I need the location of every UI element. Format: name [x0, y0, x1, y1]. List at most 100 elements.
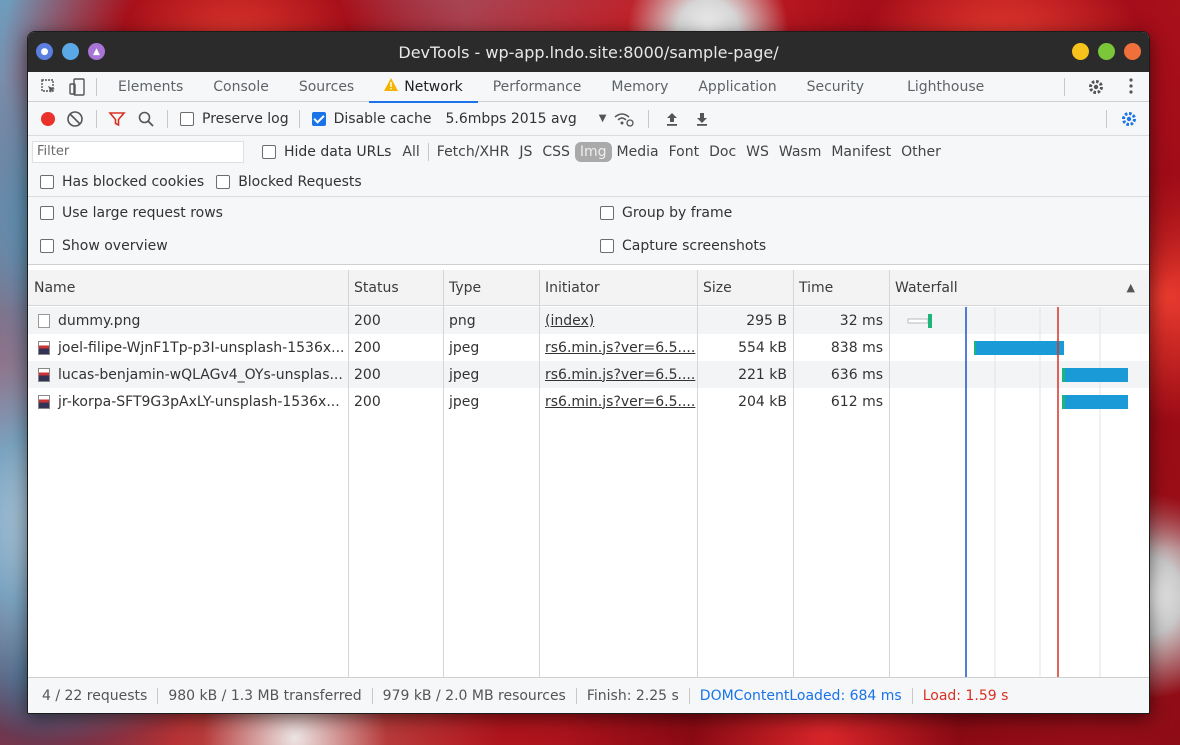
minimize-button[interactable] — [1072, 43, 1089, 60]
divider — [1106, 109, 1107, 128]
disable-cache-label: Disable cache — [333, 110, 432, 127]
filter-type-css[interactable]: CSS — [537, 142, 575, 162]
waterfall-bar-start — [1062, 395, 1065, 409]
filter-type-all[interactable]: All — [397, 142, 424, 162]
waterfall-bar-start — [974, 341, 976, 355]
device-toolbar-icon[interactable] — [64, 72, 90, 102]
filter-bar: Hide data URLs All Fetch/XHR JS CSS Img … — [28, 136, 1149, 167]
divider — [688, 687, 690, 704]
group-by-frame-option[interactable]: Group by frame — [600, 205, 732, 221]
sticky-icon[interactable] — [62, 43, 79, 60]
export-har-icon[interactable] — [689, 111, 715, 127]
import-har-icon[interactable] — [655, 111, 689, 127]
tab-network[interactable]: Network — [369, 72, 479, 103]
maximize-button[interactable] — [1098, 43, 1115, 60]
close-button[interactable] — [1124, 43, 1141, 60]
large-rows-label: Use large request rows — [62, 205, 223, 221]
request-initiator-link[interactable]: rs6.min.js?ver=6.5.... — [539, 334, 697, 361]
tab-sources[interactable]: Sources — [284, 72, 369, 102]
filter-type-img[interactable]: Img — [574, 141, 612, 162]
blank-file-icon — [38, 313, 50, 328]
tab-label: Sources — [298, 78, 355, 95]
waterfall-bar-start — [1062, 368, 1065, 382]
filter-type-wasm[interactable]: Wasm — [774, 142, 826, 162]
request-time: 32 ms — [839, 312, 883, 329]
request-initiator-link[interactable]: (index) — [539, 307, 697, 334]
keep-above-icon[interactable]: ▲ — [88, 43, 105, 60]
blocked-requests-checkbox[interactable] — [216, 174, 231, 189]
column-type[interactable]: Type — [443, 270, 539, 305]
filter-type-js[interactable]: JS — [514, 142, 537, 162]
filter-type-font[interactable]: Font — [664, 142, 704, 162]
show-overview-label: Show overview — [62, 238, 168, 254]
tab-security[interactable]: Security — [792, 72, 880, 102]
search-icon[interactable] — [131, 110, 161, 128]
has-blocked-cookies-checkbox[interactable] — [40, 174, 54, 189]
divider — [167, 109, 168, 128]
capture-screenshots-checkbox[interactable] — [600, 239, 614, 253]
more-options-icon[interactable] — [1129, 78, 1133, 94]
inspect-element-icon[interactable] — [34, 72, 64, 102]
filter-type-fetch-xhr[interactable]: Fetch/XHR — [432, 142, 515, 162]
request-time: 838 ms — [830, 339, 883, 356]
filter-type-manifest[interactable]: Manifest — [826, 142, 896, 162]
show-overview-checkbox[interactable] — [40, 239, 54, 253]
column-divider[interactable] — [793, 270, 794, 677]
divider — [96, 109, 97, 128]
status-bar: 4 / 22 requests 980 kB / 1.3 MB transfer… — [28, 677, 1149, 713]
network-settings-gear-icon[interactable] — [1119, 110, 1139, 128]
large-rows-checkbox[interactable] — [40, 206, 54, 220]
filter-type-doc[interactable]: Doc — [704, 142, 741, 162]
column-divider[interactable] — [348, 270, 349, 677]
tab-label: Memory — [611, 78, 669, 95]
column-divider[interactable] — [443, 270, 444, 677]
tab-console[interactable]: Console — [198, 72, 284, 102]
tab-performance[interactable]: Performance — [478, 72, 597, 102]
filter-type-media[interactable]: Media — [612, 142, 664, 162]
preserve-log-label: Preserve log — [202, 110, 289, 127]
request-status: 200 — [354, 366, 381, 383]
dom-content-loaded-time: DOMContentLoaded: 684 ms — [699, 687, 902, 704]
tab-memory[interactable]: Memory — [596, 72, 683, 102]
column-initiator[interactable]: Initiator — [539, 270, 697, 305]
app-menu-icon[interactable]: ● — [36, 43, 53, 60]
tab-elements[interactable]: Elements — [103, 72, 198, 102]
group-by-frame-checkbox[interactable] — [600, 206, 614, 220]
clear-icon[interactable] — [60, 110, 90, 128]
request-initiator-link[interactable]: rs6.min.js?ver=6.5.... — [539, 361, 697, 388]
filter-type-ws[interactable]: WS — [741, 142, 774, 162]
settings-gear-icon[interactable] — [1087, 78, 1105, 96]
throttling-select[interactable]: 5.6mbps 2015 avg ▼ — [445, 111, 606, 127]
column-divider[interactable] — [539, 270, 540, 677]
request-status: 200 — [354, 393, 381, 410]
window-title: DevTools - wp-app.lndo.site:8000/sample-… — [398, 42, 779, 62]
request-initiator-link[interactable]: rs6.min.js?ver=6.5.... — [539, 388, 697, 415]
network-conditions-icon[interactable] — [606, 111, 642, 127]
show-overview-option[interactable]: Show overview — [40, 238, 168, 254]
image-file-icon — [38, 340, 50, 355]
tab-label: Elements — [118, 78, 184, 95]
waterfall-bar-lucas-benjamin — [1065, 368, 1128, 382]
column-time[interactable]: Time — [793, 270, 889, 305]
tab-label: Network — [404, 78, 463, 95]
filter-icon[interactable] — [103, 110, 131, 128]
tab-lighthouse[interactable]: Lighthouse — [879, 72, 999, 102]
column-size[interactable]: Size — [697, 270, 793, 305]
column-name[interactable]: Name — [28, 270, 348, 305]
divider — [1064, 77, 1065, 96]
filter-input[interactable] — [32, 140, 244, 163]
tab-application[interactable]: Application — [683, 72, 791, 102]
capture-screenshots-option[interactable]: Capture screenshots — [600, 238, 766, 254]
column-status[interactable]: Status — [348, 270, 443, 305]
record-icon[interactable] — [36, 111, 60, 127]
preserve-log-checkbox[interactable] — [180, 111, 194, 126]
hide-data-urls-checkbox[interactable] — [262, 144, 276, 159]
devtools-window: ● ▲ DevTools - wp-app.lndo.site:8000/sam… — [27, 31, 1150, 714]
request-time: 636 ms — [830, 366, 883, 383]
requests-table: Name Status Type Initiator Size Time Wat… — [28, 270, 1149, 677]
disable-cache-checkbox[interactable] — [311, 111, 326, 126]
column-divider[interactable] — [697, 270, 698, 677]
request-size: 204 kB — [738, 393, 787, 410]
filter-type-other[interactable]: Other — [896, 142, 946, 162]
large-rows-option[interactable]: Use large request rows — [40, 205, 223, 221]
